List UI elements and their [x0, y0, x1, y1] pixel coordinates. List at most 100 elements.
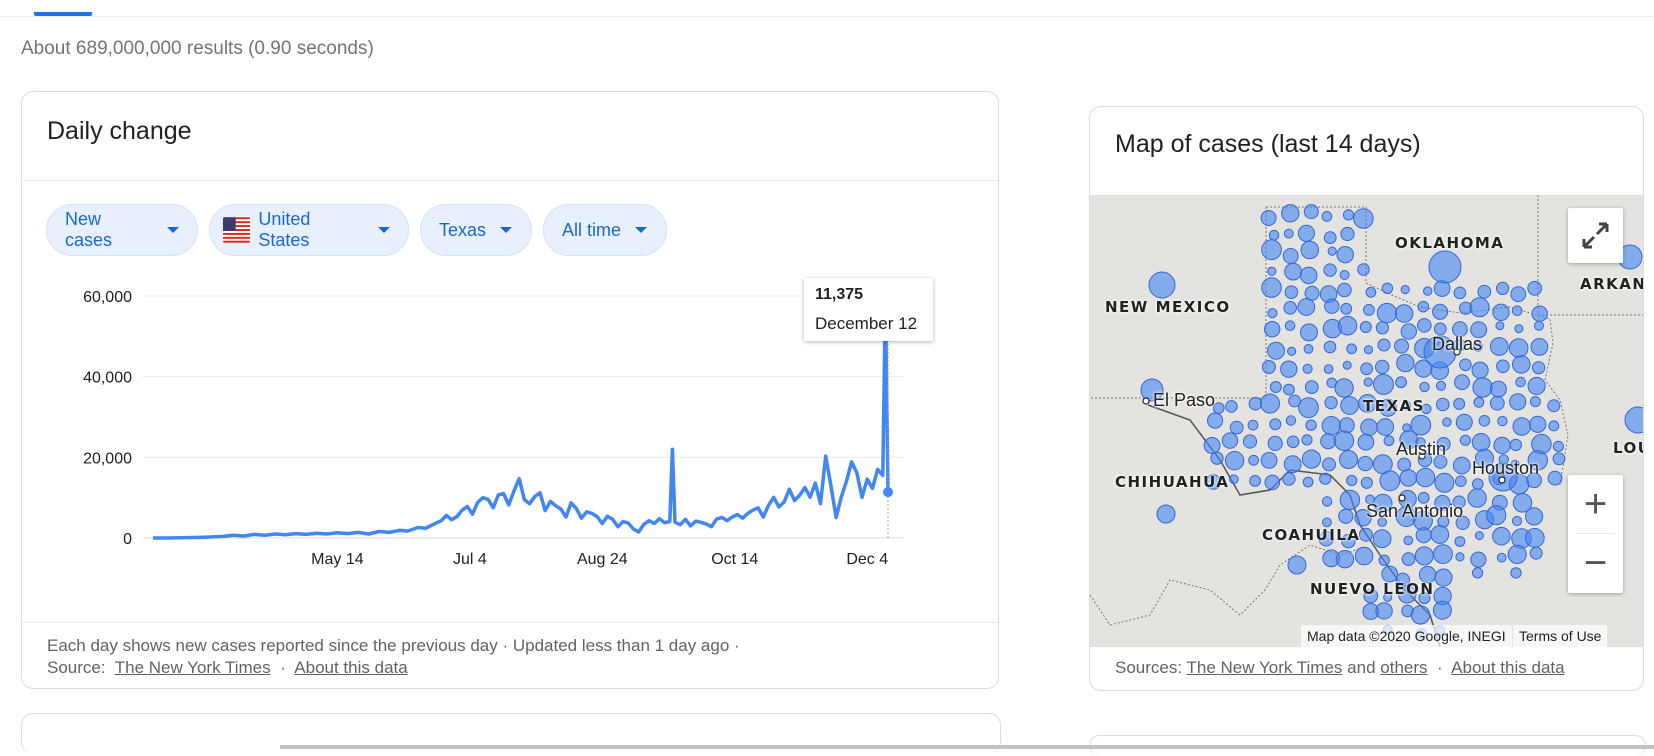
sources-label: Sources:: [1115, 658, 1183, 677]
case-bubble: [1497, 415, 1508, 427]
horizontal-scrollbar[interactable]: [280, 745, 1654, 749]
case-bubble: [1473, 396, 1485, 408]
case-bubble: [1249, 475, 1262, 487]
fullscreen-button[interactable]: [1568, 208, 1623, 263]
case-bubble: [1508, 338, 1529, 358]
and-text: and: [1347, 658, 1376, 677]
case-bubble: [1486, 505, 1507, 526]
map-of-cases-card: Map of cases (last 14 days) OKLAHOMA NEW…: [1089, 106, 1644, 691]
case-bubble: [1319, 472, 1332, 485]
case-bubble: [1283, 455, 1302, 474]
case-bubble: [1525, 507, 1544, 526]
case-bubble: [1156, 504, 1176, 524]
case-bubble: [1375, 359, 1390, 375]
caret-down-icon: [635, 227, 648, 233]
case-bubble: [1489, 380, 1507, 398]
case-bubble: [1323, 340, 1337, 354]
case-bubble: [1459, 358, 1472, 372]
case-bubble: [1415, 467, 1436, 488]
case-bubble: [1530, 338, 1549, 356]
case-bubble: [1495, 321, 1505, 331]
case-bubble: [1229, 420, 1244, 435]
case-bubble: [1360, 476, 1373, 489]
case-bubble: [1512, 355, 1531, 374]
case-bubble: [1469, 297, 1490, 318]
about-data-link[interactable]: About this data: [294, 658, 407, 677]
source-link-nyt[interactable]: The New York Times: [115, 658, 271, 677]
case-bubble: [1514, 324, 1524, 334]
case-bubble: [1340, 226, 1355, 242]
case-bubble: [1492, 303, 1510, 322]
x-tick-label: Aug 24: [577, 551, 628, 568]
case-bubble: [1261, 239, 1282, 261]
case-bubble: [1496, 359, 1510, 374]
case-bubble: [1515, 376, 1526, 388]
case-bubble: [1509, 438, 1522, 452]
case-bubble: [1489, 395, 1505, 411]
zoom-controls: + −: [1568, 475, 1623, 593]
case-bubble: [1203, 437, 1221, 454]
city-label-dallas: Dallas: [1432, 334, 1483, 354]
case-bubble: [1148, 271, 1176, 299]
case-bubble: [1474, 531, 1484, 541]
y-tick-label: 60,000: [83, 289, 132, 306]
case-bubble: [1524, 528, 1545, 548]
region-dropdown[interactable]: Texas: [420, 204, 532, 256]
label-coahuila: COAHUILA: [1262, 526, 1361, 544]
case-bubble: [1415, 527, 1432, 544]
label-oklahoma: OKLAHOMA: [1395, 234, 1505, 252]
case-bubble: [1323, 263, 1337, 277]
map-terms-link[interactable]: Terms of Use: [1513, 625, 1608, 647]
case-bubble: [1353, 208, 1374, 229]
case-bubble: [1381, 282, 1394, 295]
case-bubble: [1346, 474, 1358, 487]
time-range-dropdown[interactable]: All time: [543, 204, 667, 256]
separator: ·: [280, 658, 286, 677]
case-bubble: [1376, 302, 1398, 324]
case-bubble: [1248, 396, 1263, 411]
chip-label: Texas: [439, 219, 487, 240]
source-link-others[interactable]: others: [1380, 658, 1427, 677]
divider: [22, 180, 998, 181]
metric-dropdown[interactable]: New cases: [46, 204, 198, 256]
case-bubble: [1363, 377, 1373, 387]
case-bubble: [1221, 432, 1239, 449]
case-bubble: [1340, 302, 1353, 315]
case-bubble: [1336, 246, 1354, 264]
chip-label: United States: [258, 209, 311, 250]
about-data-link[interactable]: About this data: [1451, 658, 1564, 677]
case-bubble: [1322, 457, 1336, 472]
source-label: Source:: [47, 658, 106, 677]
cases-map[interactable]: OKLAHOMA NEW MEXICO ARKAN TEXAS CHIHUAHU…: [1090, 195, 1643, 647]
case-bubble: [1268, 229, 1280, 241]
zoom-out-button[interactable]: −: [1568, 534, 1623, 592]
chip-label: All time: [562, 219, 622, 240]
case-bubble: [1337, 315, 1358, 336]
case-bubble: [1338, 417, 1355, 434]
case-bubble: [1247, 419, 1259, 431]
case-bubble: [1281, 204, 1300, 223]
case-bubble: [1430, 525, 1450, 544]
source-link-nyt[interactable]: The New York Times: [1187, 658, 1343, 677]
case-bubble: [1532, 361, 1546, 375]
case-bubble: [1432, 303, 1449, 320]
case-bubble: [1267, 435, 1283, 451]
case-bubble: [1342, 360, 1352, 370]
case-bubble: [1531, 305, 1548, 322]
case-bubble: [1511, 515, 1523, 527]
caret-down-icon: [500, 227, 513, 233]
y-tick-label: 20,000: [83, 450, 132, 467]
case-bubble: [1552, 452, 1566, 466]
zoom-in-button[interactable]: +: [1568, 475, 1623, 533]
tooltip-date: December 12: [815, 314, 918, 333]
case-bubble: [1225, 400, 1238, 413]
case-bubble: [1337, 282, 1352, 298]
case-bubble: [1470, 551, 1487, 568]
case-bubble: [1496, 281, 1510, 296]
case-bubble: [1433, 544, 1453, 565]
case-bubble: [1511, 305, 1523, 316]
y-tick-label: 40,000: [83, 370, 132, 387]
country-dropdown[interactable]: United States: [209, 204, 409, 256]
case-bubble: [1496, 552, 1507, 563]
case-bubble: [1547, 399, 1561, 413]
